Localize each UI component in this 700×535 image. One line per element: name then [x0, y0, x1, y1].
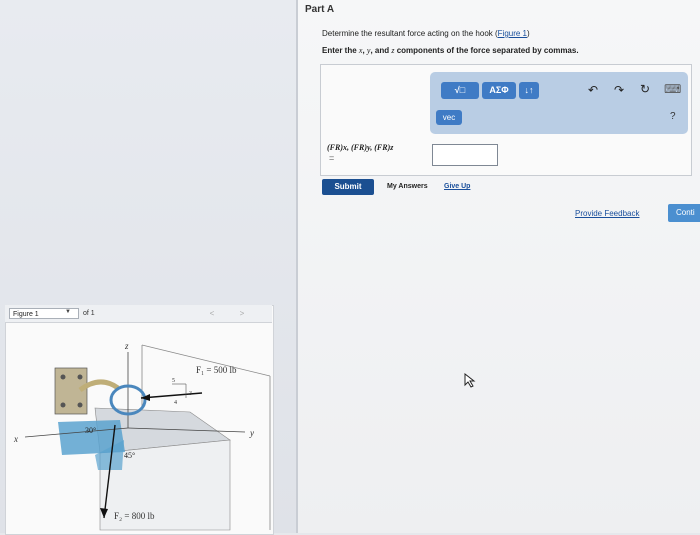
bolt: [77, 402, 83, 408]
bolt: [77, 374, 83, 380]
angle-45-label: 45°: [124, 451, 135, 460]
f1-label: F₁ = 500 lb: [196, 365, 237, 375]
x-axis-label: x: [13, 434, 18, 444]
mouse-cursor-icon: [464, 373, 476, 388]
bolt: [60, 374, 66, 380]
slope-4-label: 4: [174, 400, 177, 406]
f1-vector: [140, 392, 203, 399]
bolt: [60, 402, 66, 408]
angle-30-label: 30°: [85, 426, 96, 435]
slope-5-label: 5: [172, 378, 175, 384]
z-axis-label: z: [124, 341, 129, 351]
f2-label: F₂ = 800 lb: [114, 511, 155, 521]
hook-force-diagram: z x y F₁ = 500 lb F₂ = 800 lb 30° 45° 5 …: [13, 341, 271, 531]
y-axis-label: y: [249, 428, 254, 438]
slope-3-label: 3: [189, 391, 192, 397]
